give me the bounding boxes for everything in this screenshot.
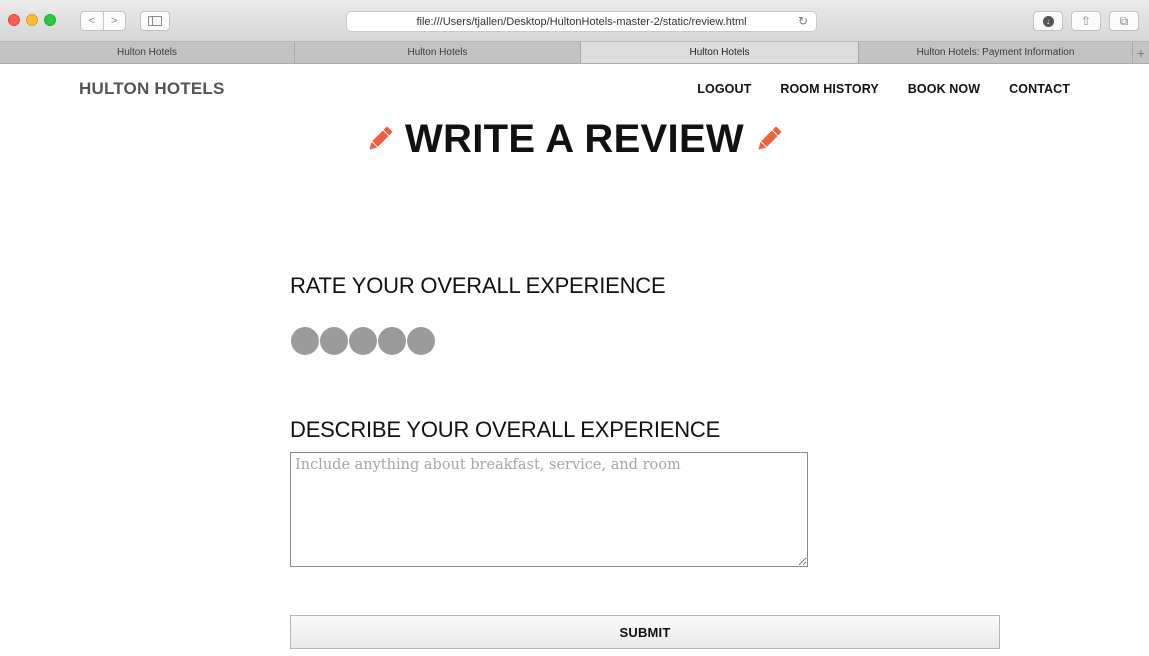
forward-button[interactable]: > — [102, 12, 126, 30]
back-button[interactable]: < — [81, 12, 103, 30]
reload-icon[interactable]: ↻ — [798, 14, 808, 28]
browser-tab[interactable]: Hulton Hotels — [295, 42, 581, 63]
browser-tab[interactable]: Hulton Hotels — [0, 42, 295, 63]
description-label: DESCRIBE YOUR OVERALL EXPERIENCE — [290, 417, 721, 442]
browser-tab[interactable]: Hulton Hotels: Payment Information — [859, 42, 1133, 63]
tab-title: Hulton Hotels — [116, 47, 178, 58]
tab-bar: Hulton Hotels Hulton Hotels Hulton Hotel… — [0, 42, 1149, 64]
pencil-icon — [758, 126, 782, 150]
new-tab-button[interactable]: + — [1133, 42, 1149, 63]
rating-dot-2[interactable] — [320, 327, 348, 355]
tab-title: Hulton Hotels — [407, 47, 468, 58]
close-window-button[interactable] — [8, 14, 20, 26]
browser-tab-active[interactable]: Hulton Hotels — [581, 42, 859, 63]
rating-label: RATE YOUR OVERALL EXPERIENCE — [290, 273, 666, 298]
rating-control — [291, 327, 436, 355]
downloads-button[interactable]: ↓ — [1033, 11, 1063, 31]
nav-book-now[interactable]: BOOK NOW — [908, 82, 980, 96]
url-text: file:///Users/tjallen/Desktop/HultonHote… — [416, 15, 747, 28]
pencil-icon — [369, 126, 393, 150]
nav-room-history[interactable]: ROOM HISTORY — [780, 82, 878, 96]
page-content: HULTON HOTELS LOGOUT ROOM HISTORY BOOK N… — [0, 65, 1149, 656]
show-tabs-button[interactable]: ⧉ — [1109, 11, 1139, 31]
browser-titlebar: < > file:///Users/tjallen/Desktop/Hulton… — [0, 0, 1149, 42]
rating-dot-5[interactable] — [407, 327, 435, 355]
back-forward-group: < > — [80, 11, 126, 31]
share-icon: ⇧ — [1080, 14, 1092, 28]
address-bar[interactable]: file:///Users/tjallen/Desktop/HultonHote… — [346, 11, 817, 32]
tab-title: Hulton Hotels — [689, 47, 750, 58]
site-logo[interactable]: HULTON HOTELS — [79, 79, 225, 99]
page-heading: WRITE A REVIEW — [0, 116, 1149, 162]
nav-logout[interactable]: LOGOUT — [697, 82, 751, 96]
rating-dot-4[interactable] — [378, 327, 406, 355]
nav-contact[interactable]: CONTACT — [1009, 82, 1070, 96]
zoom-window-button[interactable] — [44, 14, 56, 26]
tab-title: Hulton Hotels: Payment Information — [916, 47, 1075, 58]
review-textarea[interactable] — [290, 452, 808, 567]
rating-dot-3[interactable] — [349, 327, 377, 355]
site-nav: LOGOUT ROOM HISTORY BOOK NOW CONTACT — [668, 82, 1070, 96]
minimize-window-button[interactable] — [26, 14, 38, 26]
download-icon: ↓ — [1042, 15, 1054, 27]
tabs-icon: ⧉ — [1119, 13, 1129, 28]
rating-dot-1[interactable] — [291, 327, 319, 355]
sidebar-toggle-button[interactable] — [140, 11, 170, 31]
share-button[interactable]: ⇧ — [1071, 11, 1101, 31]
submit-button[interactable]: SUBMIT — [290, 615, 1000, 649]
sidebar-icon — [148, 16, 162, 26]
page-title: WRITE A REVIEW — [404, 117, 744, 161]
